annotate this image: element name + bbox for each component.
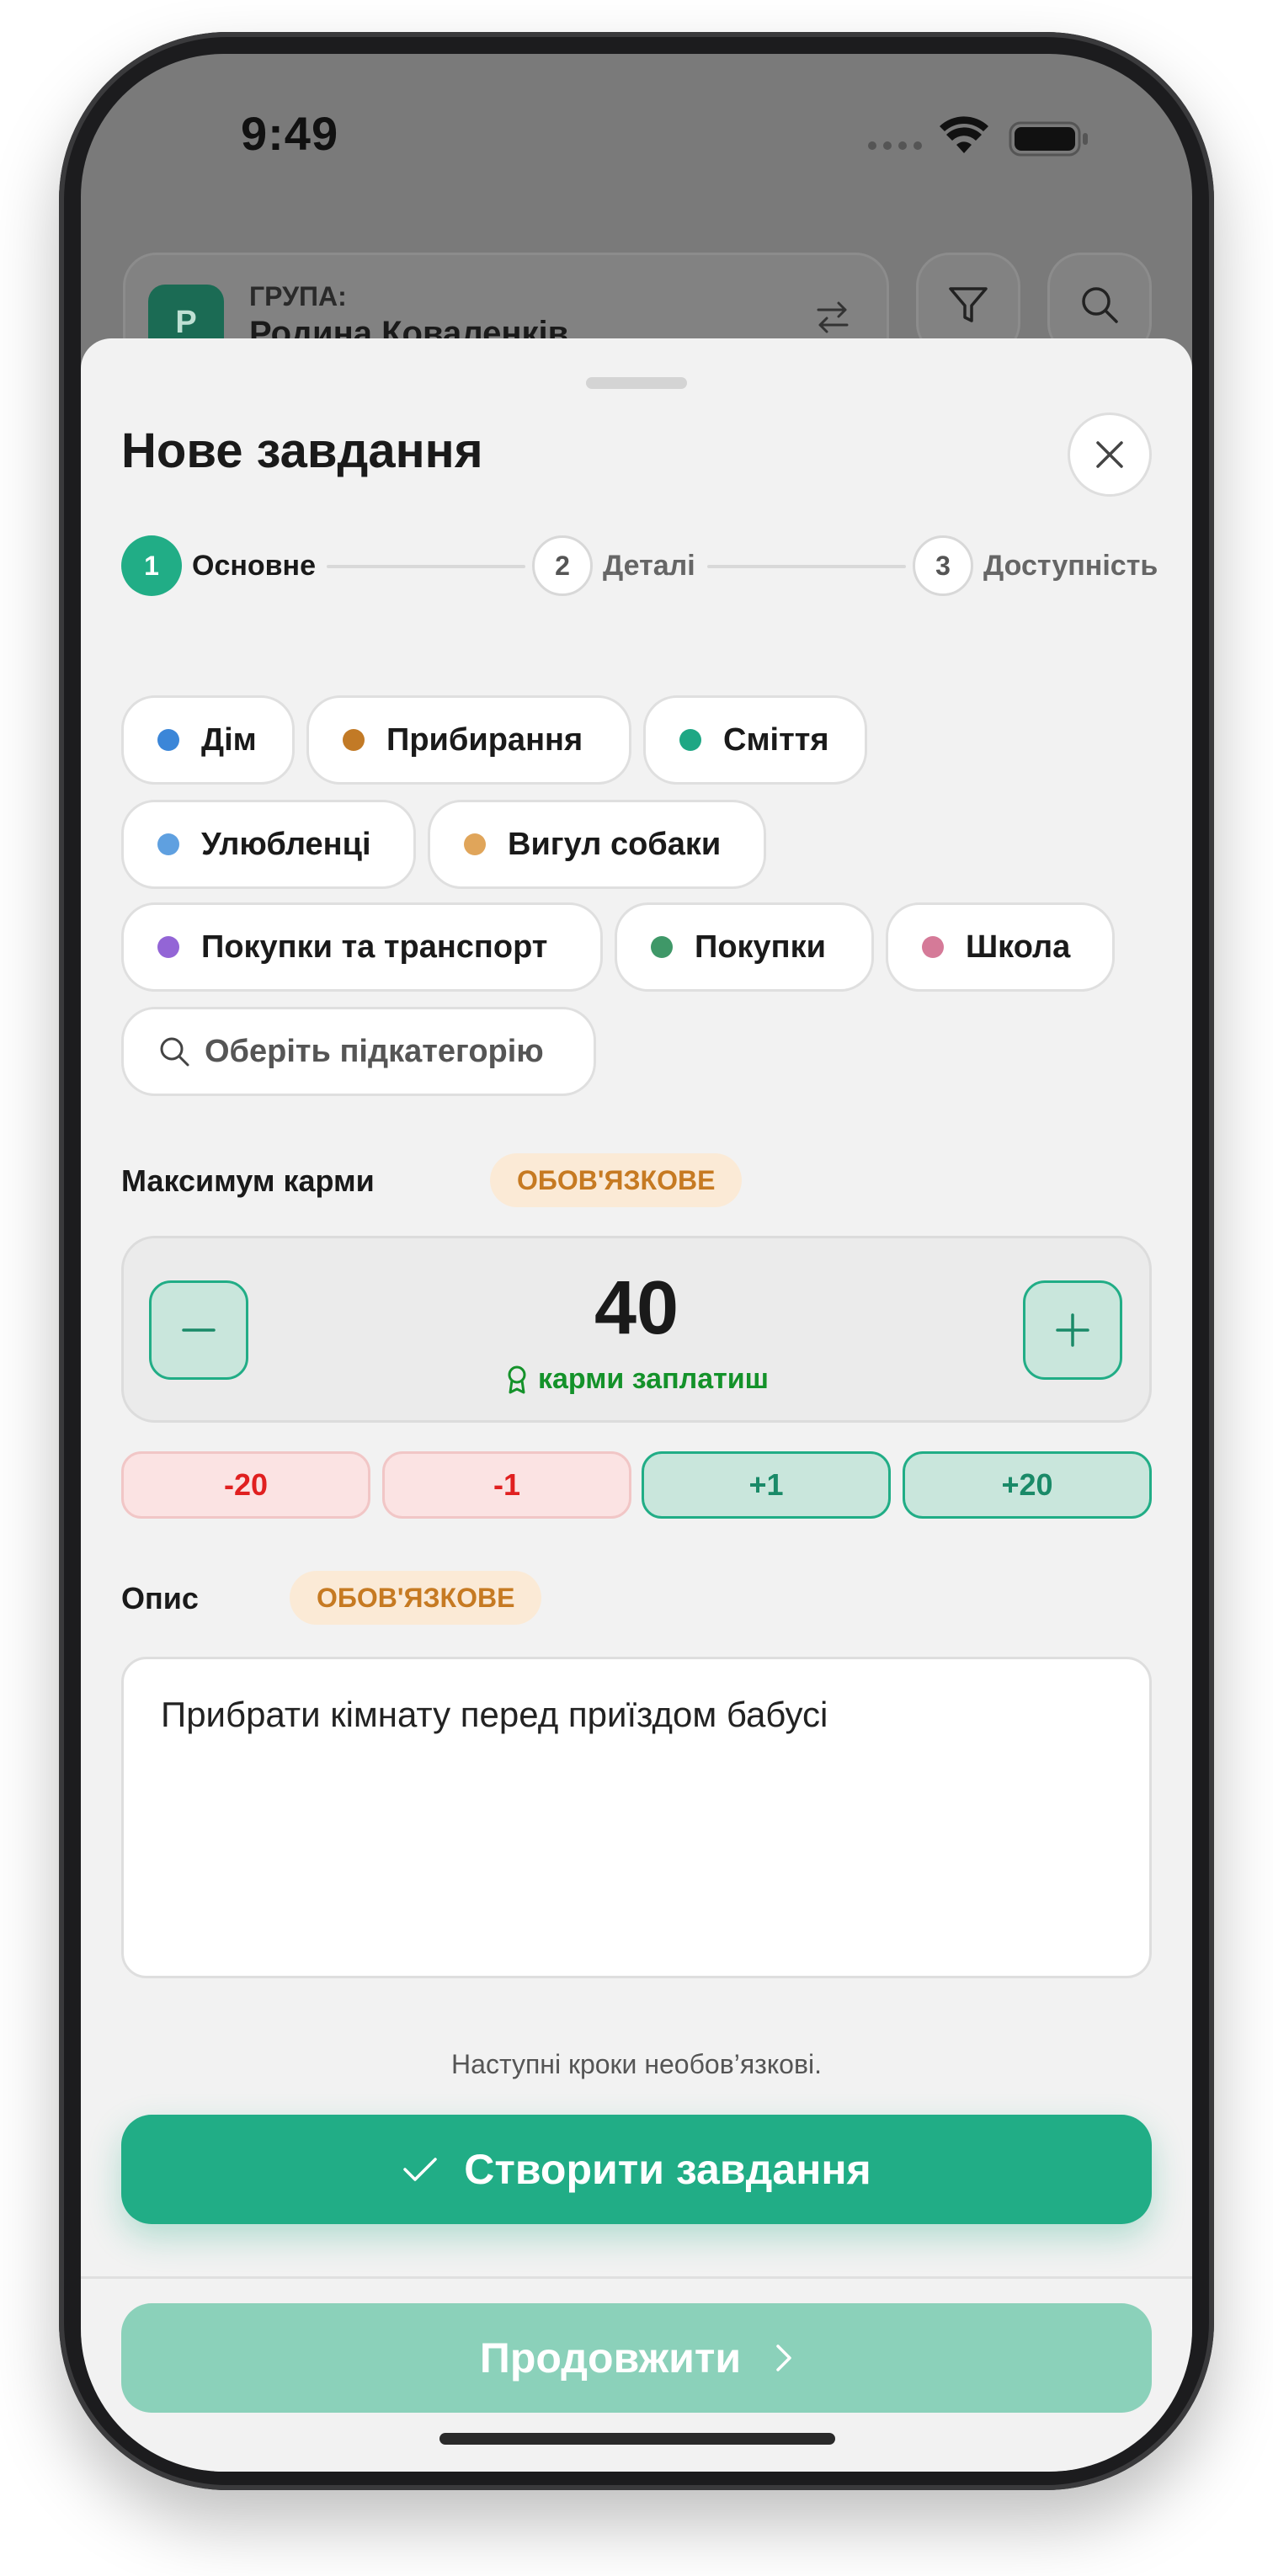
step-connector [327,565,525,568]
optional-steps-hint: Наступні кроки необов’язкові. [451,2049,822,2079]
category-dot [464,833,486,855]
step-number: 1 [121,535,182,596]
cellular-signal-icon [868,141,922,150]
karma-plus-1-button[interactable]: +1 [642,1451,891,1519]
status-bar: 9:49 [81,54,1192,222]
chip-label: Школа [966,929,1071,965]
subcategory-search-input[interactable]: Оберіть підкатегорію [121,1007,596,1096]
step-label: Деталі [603,549,695,582]
karma-value: 40 [594,1266,679,1350]
category-dot [157,729,179,751]
continue-label: Продовжити [479,2334,742,2382]
category-chip-dog-walk[interactable]: Вигул собаки [428,800,766,889]
switch-icon [817,301,849,333]
category-dot [157,936,179,958]
step-basic[interactable]: 1 Основне [121,535,316,596]
home-indicator [439,2433,835,2445]
step-number: 3 [913,535,973,596]
subcategory-placeholder: Оберіть підкатегорію [205,1033,544,1069]
category-chip-pets[interactable]: Улюбленці [121,800,416,889]
category-chip-home[interactable]: Дім [121,695,295,785]
footer-divider [81,2276,1192,2279]
plus-icon [1056,1313,1089,1347]
close-button[interactable] [1068,412,1152,497]
karma-caption-row: карми заплатиш [124,1363,1149,1396]
chip-label: Сміття [723,721,829,758]
chip-label: Дім [201,721,257,758]
karma-caption: карми заплатиш [537,1363,770,1395]
create-task-button[interactable]: Створити завдання [121,2115,1152,2224]
award-icon [508,1365,526,1393]
screen: 9:49 Р ГРУПА: Родина Коваленків Нове зав… [81,54,1192,2472]
wizard-steps: 1 Основне 2 Деталі 3 Доступність [121,535,1158,596]
battery-icon [1009,121,1088,157]
karma-plus-20-button[interactable]: +20 [903,1451,1152,1519]
step-label: Основне [192,549,317,582]
new-task-sheet: Нове завдання 1 Основне 2 Деталі 3 Досту… [81,338,1192,2472]
chip-label: Вигул собаки [508,826,722,862]
group-label: ГРУПА: [249,281,347,311]
karma-minus-20-button[interactable]: -20 [121,1451,370,1519]
description-label: Опис [121,1581,199,1615]
description-required-badge: ОБОВ'ЯЗКОВЕ [290,1571,542,1625]
karma-stepper: 40 карми заплатиш [121,1236,1152,1423]
checkmark-icon [403,2158,437,2181]
karma-required-badge: ОБОВ'ЯЗКОВЕ [490,1153,743,1207]
karma-label: Максимум карми [121,1163,375,1198]
create-task-label: Створити завдання [464,2146,871,2193]
category-dot [922,936,944,958]
karma-minus-1-button[interactable]: -1 [382,1451,631,1519]
search-icon [160,1037,189,1067]
sheet-grabber[interactable] [586,377,687,389]
category-chip-trash[interactable]: Сміття [643,695,867,785]
continue-button[interactable]: Продовжити [121,2303,1152,2413]
status-time: 9:49 [241,107,339,160]
chevron-right-icon [776,2344,791,2371]
description-textarea[interactable]: Прибрати кімнату перед приїздом бабусі [121,1657,1152,1978]
chip-label: Улюбленці [201,826,371,862]
category-dot [679,729,701,751]
category-dot [343,729,365,751]
search-icon [1082,287,1118,323]
category-chip-shopping[interactable]: Покупки [615,902,874,992]
category-dot [651,936,673,958]
close-icon [1096,441,1123,468]
step-availability[interactable]: 3 Доступність [913,535,1158,596]
category-chip-cleaning[interactable]: Прибирання [306,695,631,785]
chip-label: Покупки та транспорт [201,929,548,965]
step-connector [707,565,906,568]
step-number: 2 [532,535,593,596]
increment-button[interactable] [1023,1280,1122,1380]
sheet-title: Нове завдання [121,423,483,478]
step-details[interactable]: 2 Деталі [532,535,695,596]
wifi-icon [940,116,988,153]
step-label: Доступність [983,549,1158,582]
category-dot [157,833,179,855]
category-chip-school[interactable]: Школа [886,902,1115,992]
chip-label: Покупки [695,929,827,965]
filter-icon [949,287,988,322]
chip-label: Прибирання [386,721,583,758]
category-chip-shopping-transport[interactable]: Покупки та транспорт [121,902,603,992]
